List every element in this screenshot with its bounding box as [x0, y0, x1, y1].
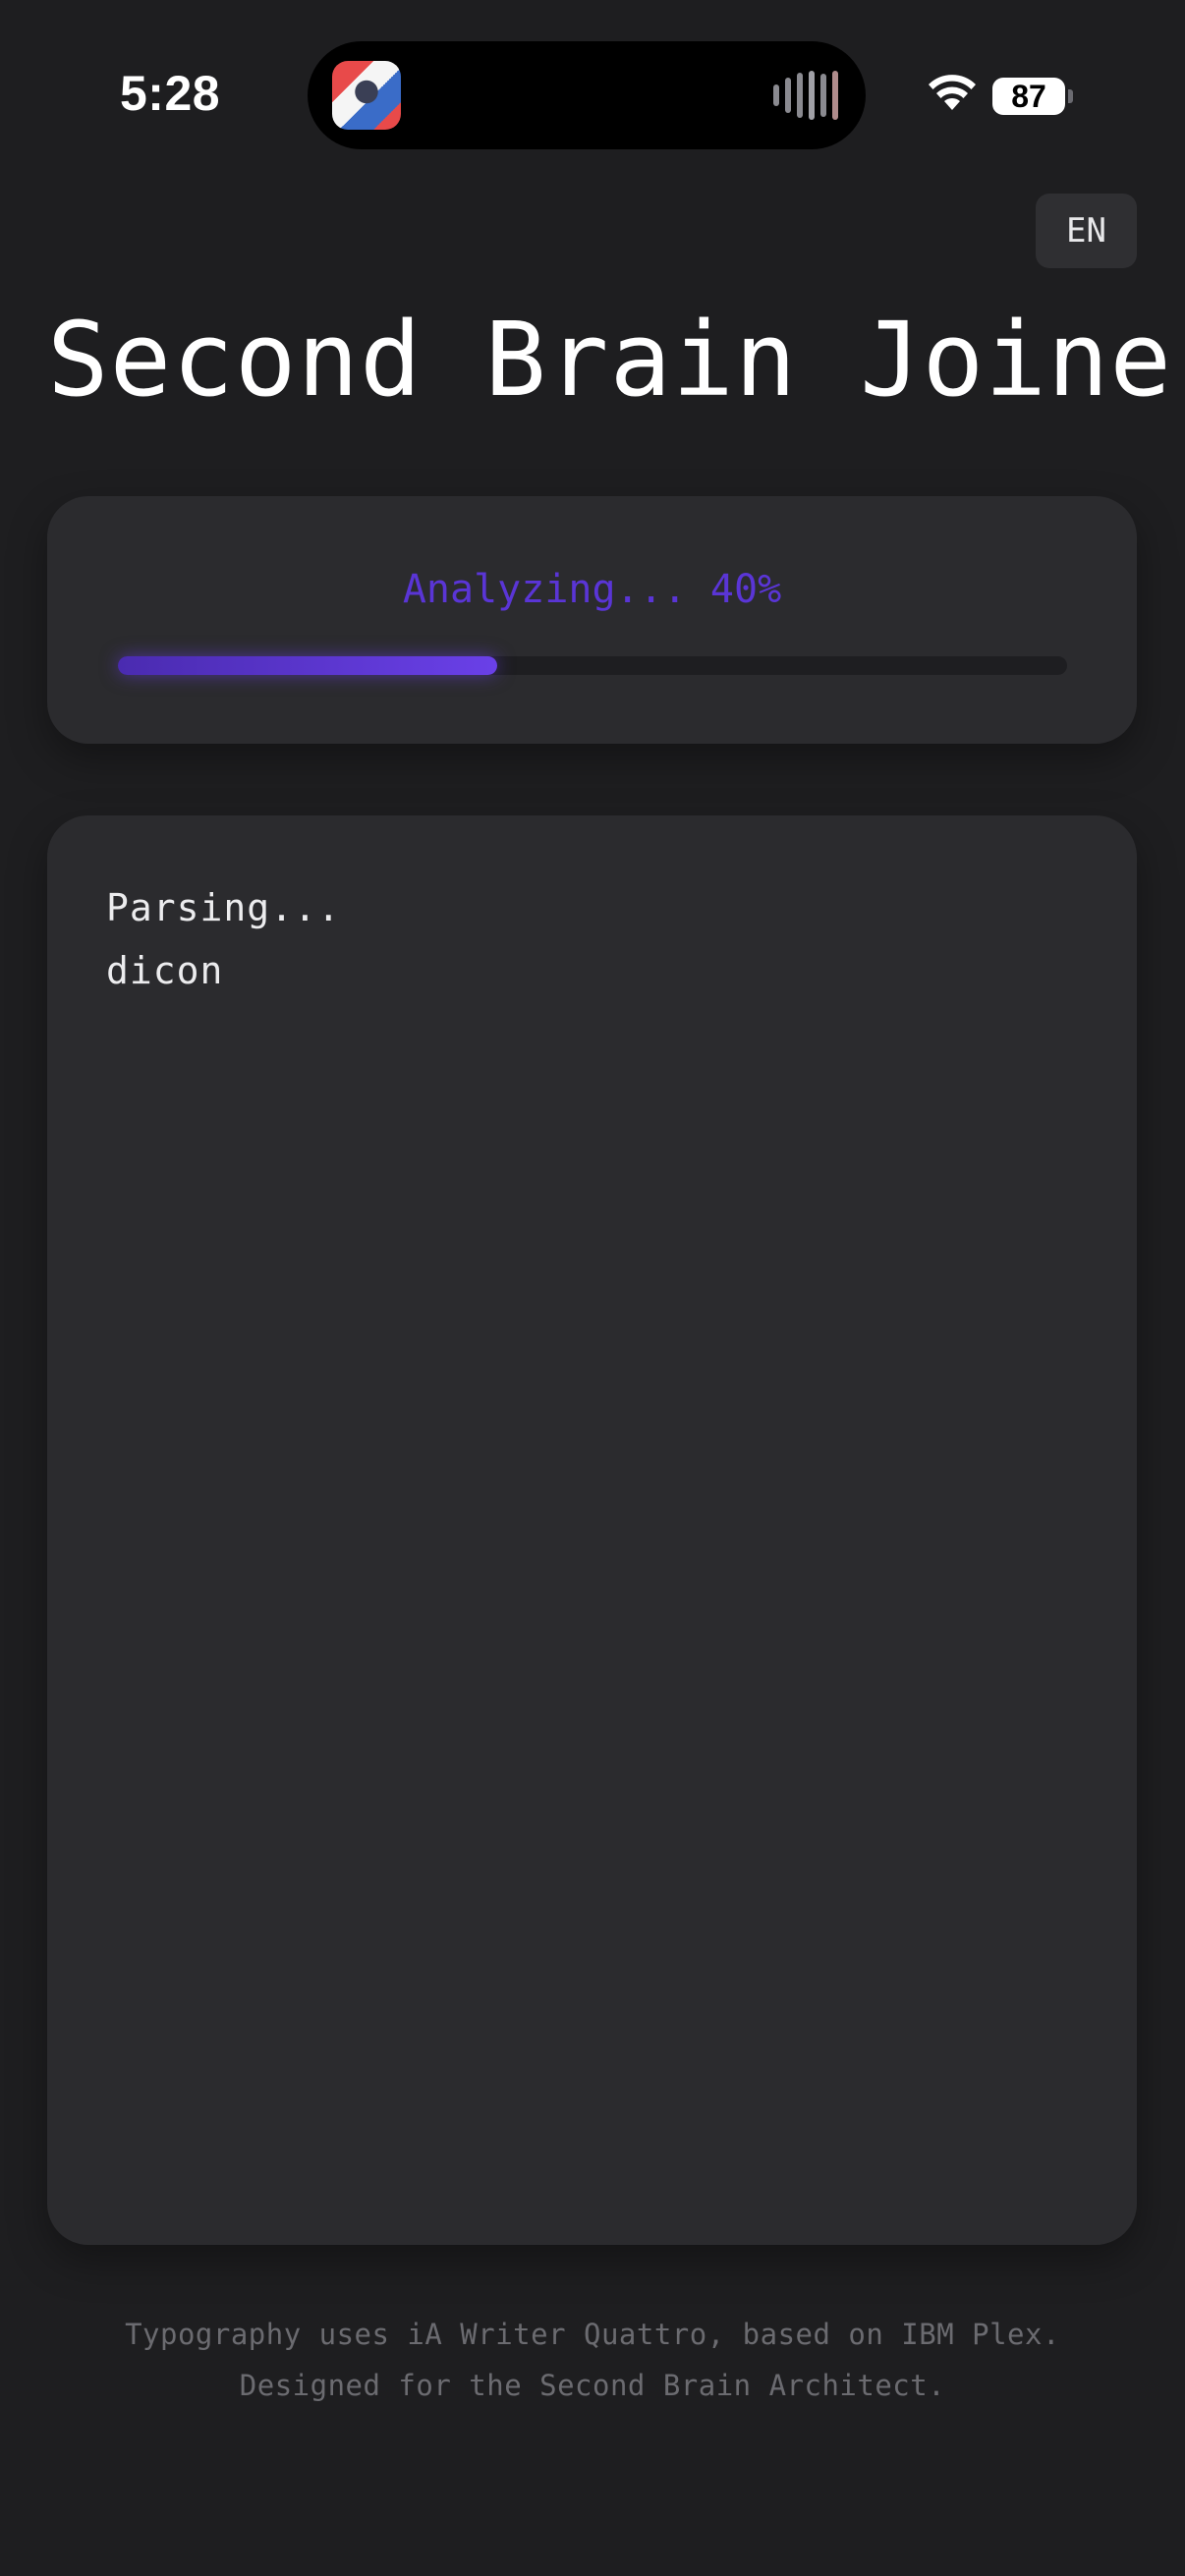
log-panel[interactable]: Parsing... dicon — [47, 815, 1137, 2245]
dynamic-island[interactable] — [308, 41, 866, 149]
now-playing-thumbnail-icon — [332, 61, 401, 130]
progress-bar-fill — [118, 656, 498, 675]
log-lines: Parsing... dicon — [106, 876, 341, 1002]
battery-tip — [1068, 89, 1073, 103]
wifi-icon — [929, 75, 976, 110]
battery-icon: 87 — [992, 78, 1065, 115]
status-time: 5:28 — [120, 66, 221, 121]
page-title: Second Brain Joiner — [47, 300, 1185, 420]
language-button[interactable]: EN — [1036, 194, 1137, 268]
progress-label: Analyzing... 40% — [402, 567, 782, 612]
audio-waveform-icon — [773, 71, 838, 120]
log-line: Parsing... — [106, 886, 341, 929]
log-line: dicon — [106, 949, 224, 992]
progress-card: Analyzing... 40% — [47, 496, 1137, 744]
footer: Typography uses iA Writer Quattro, based… — [0, 2309, 1185, 2411]
progress-bar — [118, 656, 1067, 675]
footer-credit-line: Typography uses iA Writer Quattro, based… — [125, 2318, 1060, 2351]
footer-tagline: Designed for the Second Brain Architect. — [239, 2369, 946, 2402]
